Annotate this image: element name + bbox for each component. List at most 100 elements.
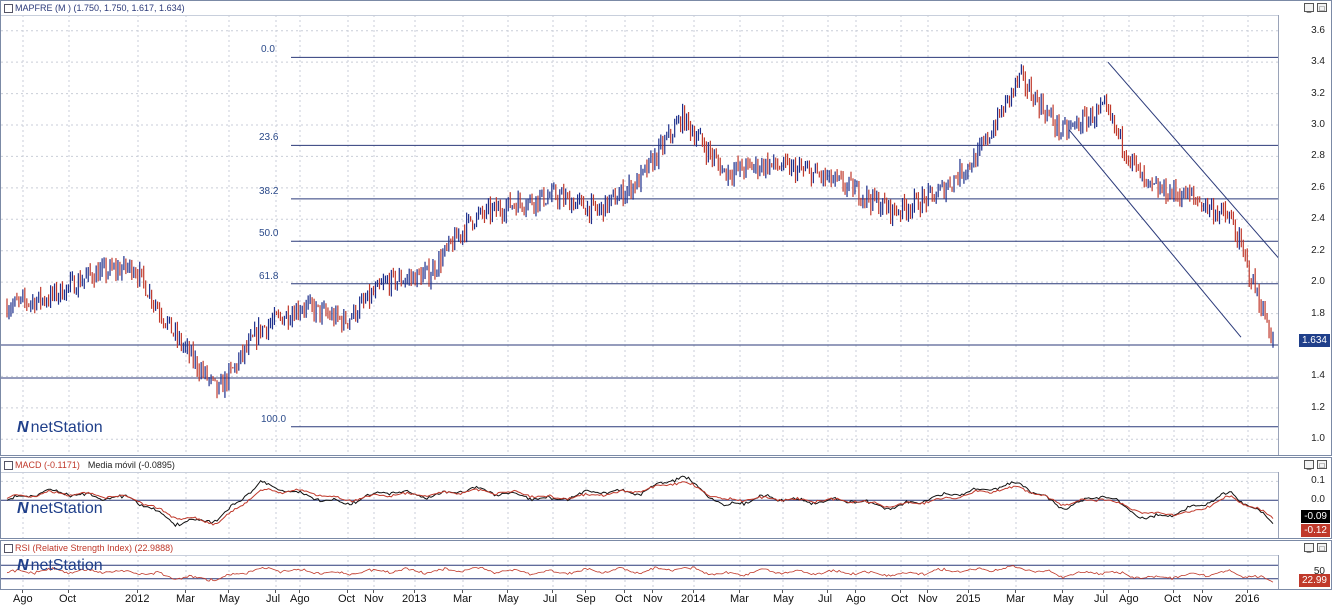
x-tick-label: 2012 [125,593,150,605]
x-tick-label: 2013 [402,593,427,605]
macd-value-badge: -0.09 [1301,510,1330,524]
x-tick-mark [552,590,553,593]
y-tick-label: 3.6 [1311,24,1325,36]
minimize-button[interactable]: _ [1304,543,1314,553]
fib-label: 38.2 [259,185,279,197]
x-tick-mark [414,590,415,593]
x-tick-label: 2014 [681,593,706,605]
y-tick-label: 2.4 [1311,213,1325,225]
x-tick-mark [927,590,928,593]
x-tick-mark [275,590,276,593]
fib-label: 61.8 [259,270,279,282]
x-tick-mark [585,590,586,593]
maximize-button[interactable]: □ [1317,543,1327,553]
x-tick-label: May [219,593,240,605]
y-tick-label: 0.1 [1311,475,1325,487]
x-tick-mark [68,590,69,593]
x-tick-mark [1247,590,1248,593]
macd-y-axis: 0.1 0.0 -0.09 -0.12 [1278,472,1331,538]
channel-upper-line [1107,61,1279,259]
maximize-button[interactable]: □ [1317,3,1327,13]
x-tick-label: May [498,593,519,605]
y-tick-label: 1.2 [1311,401,1325,413]
x-tick-label: Oct [338,593,356,605]
fib-label: 100.0 [261,413,287,425]
macd-chart[interactable] [1,472,1279,538]
y-tick-label: 3.4 [1311,56,1325,68]
x-tick-label: Mar [1006,593,1025,605]
x-tick-mark [652,590,653,593]
x-tick-label: Mar [176,593,195,605]
minimize-button[interactable]: _ [1304,460,1314,470]
x-tick-mark [739,590,740,593]
y-tick-label: 2.6 [1311,181,1325,193]
y-tick-label: 3.2 [1311,87,1325,99]
x-tick-label: Sep [576,593,596,605]
x-tick-mark [1202,590,1203,593]
x-tick-mark [22,590,23,593]
x-tick-mark [900,590,901,593]
x-tick-label: Mar [453,593,472,605]
rsi-title: RSI (Relative Strength Index) (22.9888) [15,543,174,553]
x-tick-mark [827,590,828,593]
y-tick-label: 1.4 [1311,370,1325,382]
x-tick-mark [137,590,138,593]
x-tick-label: Nov [643,593,663,605]
y-tick-label: 2.2 [1311,244,1325,256]
x-tick-mark [228,590,229,593]
panel-checkbox[interactable] [4,4,13,13]
panel-checkbox[interactable] [4,461,13,470]
maximize-button[interactable]: □ [1317,460,1327,470]
y-tick-label: 3.0 [1311,119,1325,130]
price-panel-title: MAPFRE (M ) (1.750, 1.750, 1.617, 1.634) [15,3,185,13]
netstation-logo: NnetStation [17,500,103,517]
y-tick-label: 1.8 [1311,307,1325,319]
x-tick-mark [299,590,300,593]
x-tick-mark [855,590,856,593]
rsi-line [6,565,1274,583]
x-tick-mark [347,590,348,593]
x-tick-mark [1173,590,1174,593]
rsi-chart[interactable] [1,555,1279,589]
y-tick-label: 2.0 [1311,276,1325,288]
x-tick-label: May [1053,593,1074,605]
netstation-logo: NnetStation [17,419,103,436]
panel-checkbox[interactable] [4,544,13,553]
x-tick-label: Oct [615,593,633,605]
x-tick-mark [507,590,508,593]
macd-panel-header: MACD (-0.1171) Media móvil (-0.0895) _ □ [1,458,1331,473]
x-tick-label: Ago [13,593,33,605]
x-tick-label: Nov [918,593,938,605]
channel-lower-line [1068,129,1242,338]
x-tick-label: Jul [543,593,558,605]
price-panel: MAPFRE (M ) (1.750, 1.750, 1.617, 1.634)… [0,0,1332,456]
fib-label: 23.6 [259,132,279,144]
macd-signal-badge: -0.12 [1301,523,1330,537]
x-tick-mark [462,590,463,593]
x-tick-label: Jul [818,593,833,605]
x-tick-label: Jul [266,593,281,605]
x-tick-mark [624,590,625,593]
rsi-panel: RSI (Relative Strength Index) (22.9888) … [0,540,1332,590]
netstation-logo: NnetStation [17,557,103,574]
price-y-axis: 3.63.43.23.02.82.62.42.22.01.81.61.41.21… [1278,15,1331,455]
price-chart[interactable] [1,15,1279,455]
x-tick-label: Oct [891,593,909,605]
y-tick-label: 0.0 [1311,494,1325,506]
macd-ma-label: Media móvil (-0.0895) [87,460,175,470]
x-tick-label: 2015 [956,593,981,605]
macd-title: MACD (-0.1171) [15,460,80,470]
x-tick-label: Ago [846,593,866,605]
x-tick-label: Jul [1094,593,1109,605]
x-axis: Ago Oct 2012 Mar May Jul Ago Oct Nov 2013 Mar May Ju… [0,590,1280,610]
macd-signal-line [6,481,1274,526]
x-tick-mark [185,590,186,593]
netstation-logo-icon: N [17,557,29,574]
minimize-button[interactable]: _ [1304,3,1314,13]
y-tick-label: 2.8 [1311,150,1325,162]
rsi-y-axis: 50 22.99 [1278,555,1331,589]
x-tick-mark [1128,590,1129,593]
x-tick-label: Ago [1119,593,1139,605]
x-tick-mark [1103,590,1104,593]
x-tick-label: 2016 [1235,593,1260,605]
